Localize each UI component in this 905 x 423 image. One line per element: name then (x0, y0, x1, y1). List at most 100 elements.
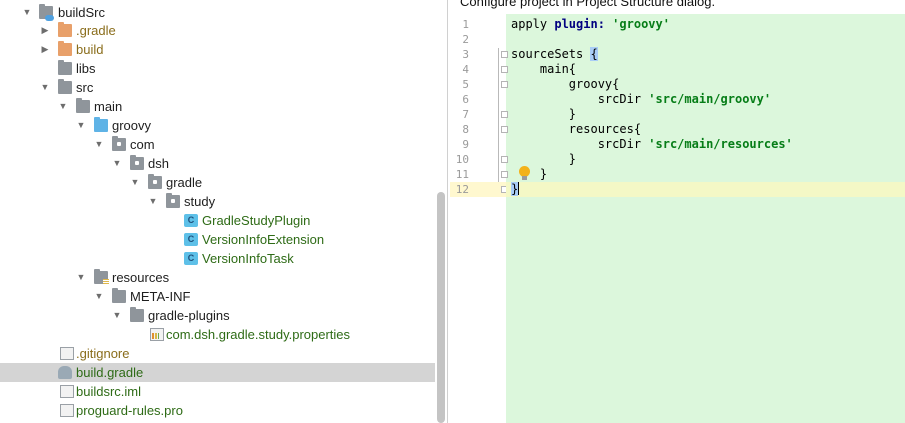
tree-item-label: proguard-rules.pro (76, 403, 183, 418)
code-line-1[interactable]: apply plugin: 'groovy' (511, 17, 905, 32)
code-line-7[interactable]: } (511, 107, 905, 122)
tree-item-label: src (76, 80, 94, 95)
chevron-down-icon[interactable]: ▼ (75, 268, 87, 287)
tree-item-label: study (184, 194, 216, 209)
tree-item-resources[interactable]: ▼ resources (0, 268, 435, 287)
chevron-right-icon[interactable]: ▶ (39, 21, 51, 40)
tree-item-label: VersionInfoTask (202, 251, 294, 266)
folder-icon (112, 288, 126, 303)
code-line-10[interactable]: } (511, 152, 905, 167)
folder-icon (58, 22, 72, 37)
tree-scrollbar[interactable] (437, 192, 445, 423)
line-number: 4 (450, 62, 508, 77)
fold-marker-icon[interactable] (501, 171, 508, 178)
code-line-3[interactable]: sourceSets { (511, 47, 905, 62)
tree-item-label: main (94, 99, 123, 114)
fold-marker-icon[interactable] (501, 156, 508, 163)
class-icon (184, 233, 198, 246)
tree-item-label: VersionInfoExtension (202, 232, 325, 247)
tree-item-main[interactable]: ▼ main (0, 97, 435, 116)
configure-project-banner[interactable]: Configure project in Project Structure d… (450, 0, 905, 10)
class-icon (184, 252, 198, 265)
package-icon (166, 193, 180, 208)
tree-item-label: .gradle (76, 23, 116, 38)
line-number: 5 (450, 77, 508, 92)
fold-marker-icon[interactable] (501, 51, 508, 58)
line-number: 10 (450, 152, 508, 167)
tree-item-proguard-rules[interactable]: proguard-rules.pro (0, 401, 435, 420)
tree-item-meta-inf[interactable]: ▼ META-INF (0, 287, 435, 306)
chevron-down-icon[interactable]: ▼ (93, 135, 105, 154)
tree-item-gradle-package[interactable]: ▼ gradle (0, 173, 435, 192)
line-number: 11 (450, 167, 508, 182)
tree-item-build-gradle[interactable]: build.gradle (0, 363, 435, 382)
tree-item-gradle-plugins[interactable]: ▼ gradle-plugins (0, 306, 435, 325)
matched-brace: } (511, 182, 519, 196)
chevron-down-icon[interactable]: ▼ (21, 3, 33, 22)
line-number: 6 (462, 93, 469, 106)
tree-item-com[interactable]: ▼ com (0, 135, 435, 154)
folder-icon (58, 79, 72, 94)
panel-divider[interactable] (447, 0, 448, 423)
chevron-right-icon[interactable]: ▶ (39, 40, 51, 59)
tree-item-label: build (76, 42, 104, 57)
tree-item-build[interactable]: ▶ build (0, 40, 435, 59)
tree-item-buildsrc[interactable]: ▼ buildSrc (0, 3, 435, 22)
text-file-icon (60, 347, 74, 360)
properties-file-icon (150, 328, 164, 341)
iml-file-icon (60, 385, 74, 398)
chevron-down-icon[interactable]: ▼ (147, 192, 159, 211)
folder-icon (76, 98, 90, 113)
code-line-6[interactable]: srcDir 'src/main/groovy' (511, 92, 905, 107)
source-folder-icon (94, 117, 108, 132)
tree-item-label: META-INF (130, 289, 191, 304)
tree-item-study[interactable]: ▼ study (0, 192, 435, 211)
fold-marker-icon[interactable] (501, 66, 508, 73)
tree-item-label: GradleStudyPlugin (202, 213, 311, 228)
tree-item-label: .gitignore (76, 346, 130, 361)
chevron-down-icon[interactable]: ▼ (93, 287, 105, 306)
tree-item-dot-gradle[interactable]: ▶ .gradle (0, 21, 435, 40)
code-line-4[interactable]: main{ (511, 62, 905, 77)
chevron-down-icon[interactable]: ▼ (57, 97, 69, 116)
tree-item-groovy[interactable]: ▼ groovy (0, 116, 435, 135)
tree-item-dsh[interactable]: ▼ dsh (0, 154, 435, 173)
tree-item-properties-file[interactable]: com.dsh.gradle.study.properties (0, 325, 435, 344)
code-line-9[interactable]: srcDir 'src/main/resources' (511, 137, 905, 152)
resources-folder-icon (94, 269, 109, 285)
tree-item-src[interactable]: ▼ src (0, 78, 435, 97)
tree-item-label: buildSrc (58, 5, 105, 20)
tree-item-label: buildsrc.iml (76, 384, 142, 399)
code-line-5[interactable]: groovy{ (511, 77, 905, 92)
chevron-down-icon[interactable]: ▼ (39, 78, 51, 97)
tree-item-label: gradle-plugins (148, 308, 230, 323)
tree-item-version-info-task[interactable]: VersionInfoTask (0, 249, 435, 268)
folder-icon (58, 60, 72, 75)
chevron-down-icon[interactable]: ▼ (111, 306, 123, 325)
line-number: 9 (462, 138, 469, 151)
class-icon (184, 214, 198, 227)
tree-item-version-info-extension[interactable]: VersionInfoExtension (0, 230, 435, 249)
line-number: 1 (462, 18, 469, 31)
tree-item-buildsrc-iml[interactable]: buildsrc.iml (0, 382, 435, 401)
folder-icon (58, 41, 72, 56)
fold-marker-icon[interactable] (501, 126, 508, 133)
line-number: 2 (462, 33, 469, 46)
lightbulb-icon[interactable] (519, 166, 530, 180)
chevron-down-icon[interactable]: ▼ (75, 116, 87, 135)
tree-item-label: com.dsh.gradle.study.properties (166, 327, 351, 342)
project-tree[interactable]: ▼ buildSrc ▶ .gradle ▶ build libs ▼ src … (0, 0, 436, 423)
chevron-down-icon[interactable]: ▼ (129, 173, 141, 192)
tree-item-libs[interactable]: libs (0, 59, 435, 78)
fold-marker-icon[interactable] (501, 111, 508, 118)
tree-item-gradle-study-plugin[interactable]: GradleStudyPlugin (0, 211, 435, 230)
code-line-12[interactable]: } (506, 182, 905, 197)
tree-item-gitignore[interactable]: .gitignore (0, 344, 435, 363)
fold-marker-icon[interactable] (501, 81, 508, 88)
code-line-8[interactable]: resources{ (511, 122, 905, 137)
package-icon (130, 155, 144, 170)
matched-brace: { (590, 47, 598, 61)
tree-item-label: resources (112, 270, 170, 285)
chevron-down-icon[interactable]: ▼ (111, 154, 123, 173)
code-line-11[interactable]: } (511, 167, 905, 182)
